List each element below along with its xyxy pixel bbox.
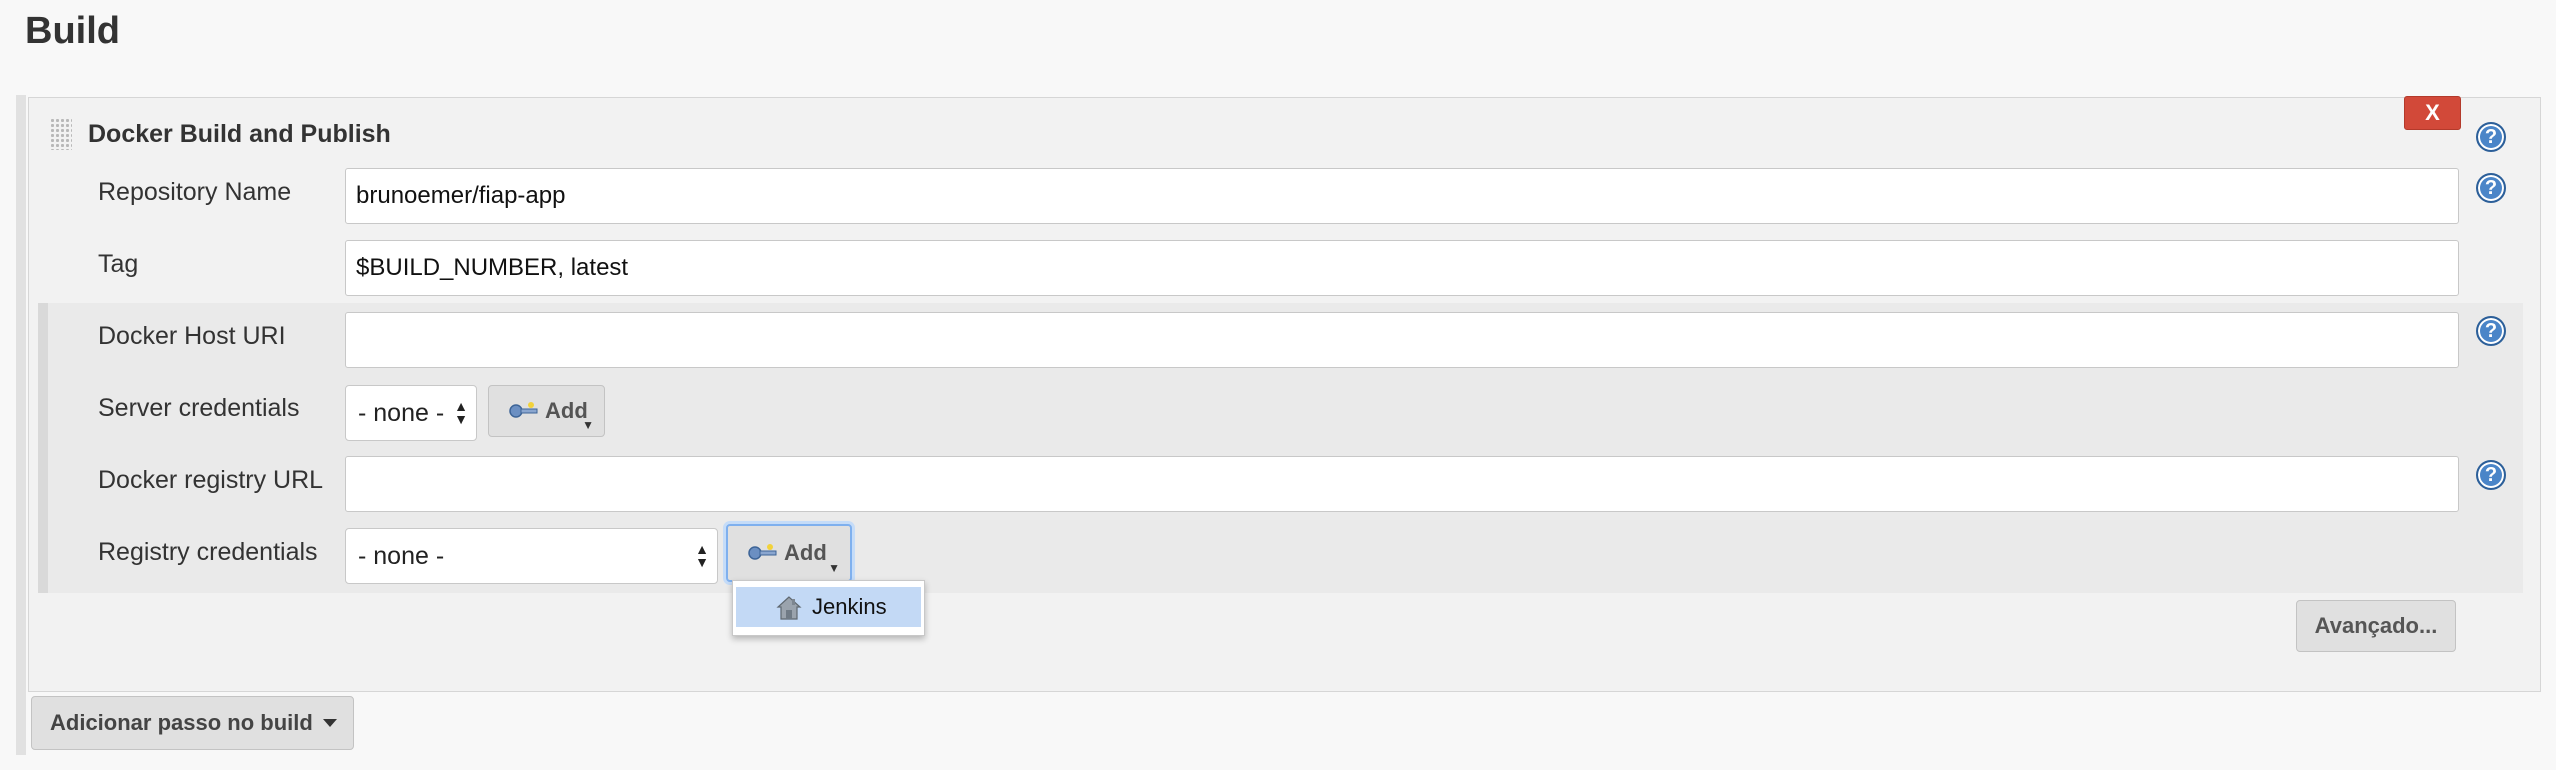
build-step-title: Docker Build and Publish — [88, 120, 391, 148]
help-icon[interactable]: ? — [2476, 316, 2506, 346]
help-icon[interactable]: ? — [2476, 173, 2506, 203]
registry-credentials-select[interactable]: - none - ▲ ▼ — [345, 528, 718, 584]
add-button-label: Add — [784, 540, 827, 565]
advanced-button[interactable]: Avançado... — [2296, 600, 2456, 652]
credentials-provider-menu: Jenkins — [732, 580, 925, 636]
section-left-bar — [16, 95, 26, 755]
docker-registry-url-label: Docker registry URL — [98, 466, 324, 494]
registry-credentials-selected: - none - — [358, 542, 445, 570]
server-credentials-selected: - none - — [358, 399, 445, 427]
caret-down-icon — [323, 719, 337, 727]
server-credentials-add-button[interactable]: Add ▼ — [488, 385, 605, 437]
help-icon[interactable]: ? — [2476, 460, 2506, 490]
section-title: Build — [25, 10, 120, 52]
repository-name-input[interactable] — [345, 168, 2459, 224]
caret-down-icon: ▼ — [582, 418, 594, 432]
tag-input[interactable] — [345, 240, 2459, 296]
help-icon[interactable]: ? — [2476, 122, 2506, 152]
server-credentials-select[interactable]: - none - ▲ ▼ — [345, 385, 477, 441]
repository-name-label: Repository Name — [98, 178, 292, 206]
menu-item-jenkins[interactable]: Jenkins — [736, 587, 921, 627]
add-build-step-label: Adicionar passo no build — [50, 710, 313, 735]
add-build-step-button[interactable]: Adicionar passo no build — [31, 696, 354, 750]
docker-registry-url-input[interactable] — [345, 456, 2459, 512]
select-arrows-icon: ▲ ▼ — [695, 541, 709, 570]
drag-handle-icon[interactable] — [50, 118, 72, 150]
select-arrows-icon: ▲ ▼ — [454, 398, 468, 427]
menu-item-label: Jenkins — [812, 594, 887, 619]
docker-host-uri-input[interactable] — [345, 312, 2459, 368]
docker-host-uri-label: Docker Host URI — [98, 322, 286, 350]
server-credentials-label: Server credentials — [98, 394, 300, 422]
registry-credentials-label: Registry credentials — [98, 538, 318, 566]
key-icon — [748, 544, 777, 560]
key-icon — [509, 402, 538, 418]
tag-label: Tag — [98, 250, 139, 278]
house-icon — [776, 596, 802, 620]
registry-credentials-add-button[interactable]: Add ▼ — [726, 524, 852, 582]
delete-step-button[interactable]: X — [2404, 96, 2461, 130]
